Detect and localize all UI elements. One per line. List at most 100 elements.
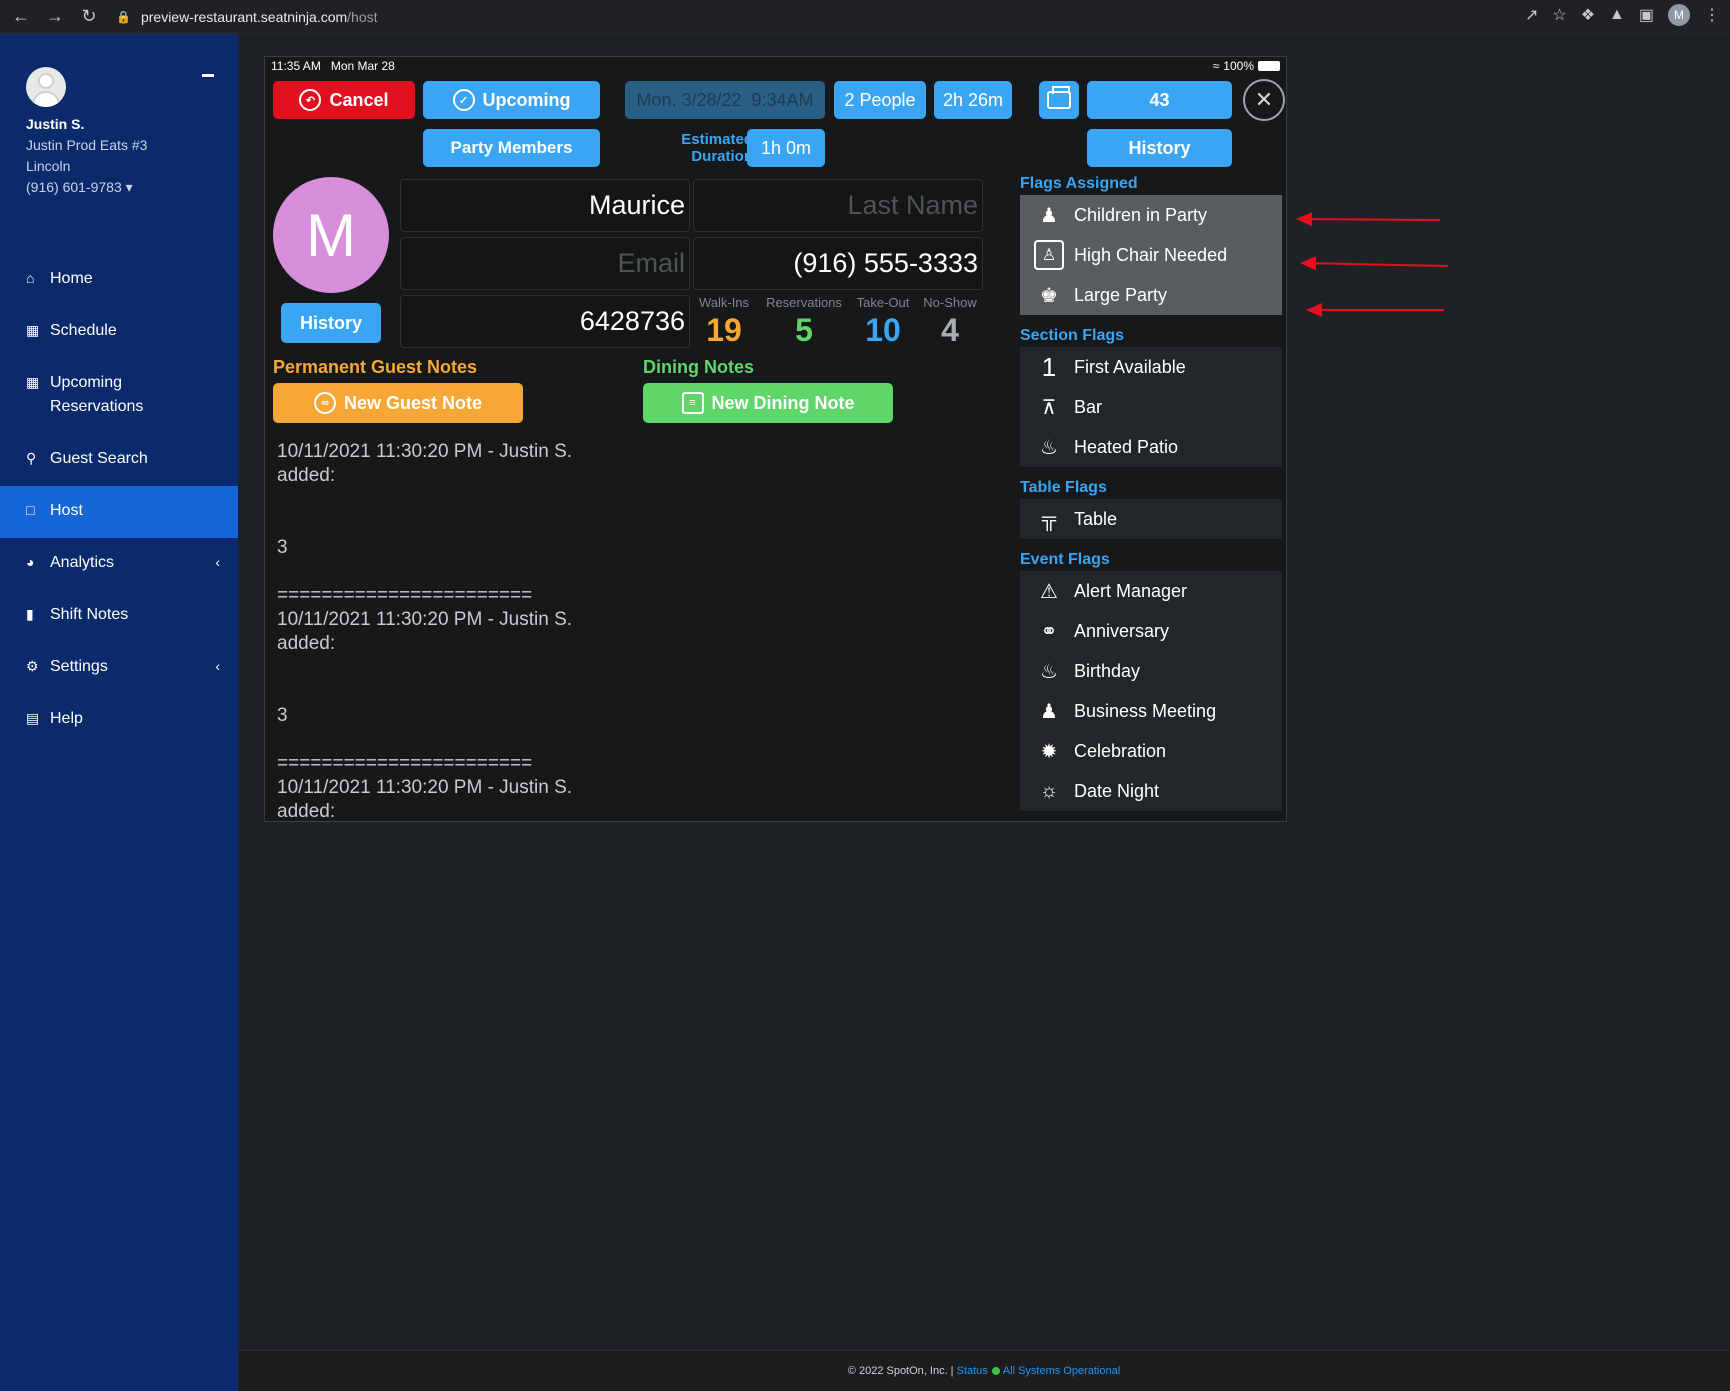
first-icon: 1 [1041,351,1057,382]
lock-icon: 🔒 [116,9,131,24]
stat-walk-ins: Walk-Ins 19 [698,295,750,348]
flag-table[interactable]: ╦ Table [1020,499,1282,539]
calendar-icon: ▦ [26,374,40,390]
device-status-right: ≈100% [1213,59,1280,73]
sidebar-item-shift-notes[interactable]: ▮ Shift Notes [0,590,238,642]
extensions-icon[interactable]: ❖ [1581,5,1595,25]
sidebar-item-host[interactable]: □ Host [0,486,238,538]
heater-icon: ♨ [1040,436,1058,459]
section-flags-heading: Section Flags [1020,327,1125,344]
clock-icon: ↶ [299,89,322,111]
flag-alert-manager[interactable]: ⚠ Alert Manager [1020,571,1282,611]
alert-manager-icon: ⚠ [1040,580,1058,603]
rings-icon: ⚭ [1040,620,1058,643]
party-members-button[interactable]: Party Members [423,129,600,167]
stat-take-out: Take-Out 10 [856,295,910,348]
new-guest-note-button[interactable]: ∞ New Guest Note [273,383,523,423]
reservation-datetime-button[interactable]: Mon. 3/28/22 9:34AM [625,81,825,119]
flag-date-night[interactable]: ☼ Date Night [1020,771,1282,811]
first-name-input[interactable]: Maurice [400,179,690,232]
battery-icon [1258,61,1280,71]
lab-icon[interactable]: ▲ [1609,6,1625,24]
elapsed-time-button[interactable]: 2h 26m [934,81,1012,119]
party-size-button[interactable]: 2 People [834,81,926,119]
guest-avatar: M [273,177,389,293]
forward-icon[interactable]: → [42,4,68,30]
browser-toolbar: ← → ↻ 🔒 preview-restaurant.seatninja.com… [0,0,1730,34]
close-icon[interactable]: ✕ [1243,79,1285,121]
flag-children-in-party[interactable]: ♟ Children in Party [1020,195,1282,235]
user-phone-dropdown[interactable]: (916) 601-9783 ▾ [26,177,147,198]
upcoming-button[interactable]: ✓ Upcoming [423,81,600,119]
user-avatar[interactable] [26,67,66,107]
guest-notes-text: 10/11/2021 11:30:20 PM - Justin S. added… [277,441,573,822]
flag-heated-patio[interactable]: ♨ Heated Patio [1020,427,1282,467]
confetti-icon: ✹ [1040,740,1058,763]
footer-copyright: © 2022 SpotOn, Inc. | [847,1365,954,1377]
event-flags-list: ⚠ Alert Manager ⚭ Anniversary ♨ Birthday ♟ B… [1020,571,1282,811]
guest-notes-heading: Permanent Guest Notes [273,357,478,377]
profile-avatar[interactable]: M [1668,4,1690,26]
pie-chart-icon: ◕ [26,554,35,570]
star-icon[interactable]: ☆ [1552,5,1566,25]
menu-dots-icon[interactable]: ⋮ [1704,5,1720,25]
sidebar-item-upcoming-reservations[interactable]: ▦ Upcoming Reservations [0,358,238,434]
sidebar-item-guest-search[interactable]: ⚲ Guest Search [0,434,238,486]
guest-id-input[interactable]: 6428736 [400,295,690,348]
annotation-arrow [1297,218,1441,221]
last-name-input[interactable]: Last Name [693,179,983,232]
children-icon: ♟ [1040,204,1058,227]
phone-input[interactable]: (916) 555-3333 [693,237,983,290]
status-link[interactable]: Status [957,1365,988,1377]
dining-notes-heading: Dining Notes [643,357,754,377]
sidebar-menu: ⌂ Home ▦ Schedule ▦ Upcoming Reservations ⚲… [0,254,238,746]
sidebar-item-settings[interactable]: ⚙ Settings ‹ [0,642,238,694]
note-icon: ▮ [26,606,34,622]
flag-celebration[interactable]: ✹ Celebration [1020,731,1282,771]
infinity-icon: ∞ [313,392,336,414]
footer: © 2022 SpotOn, Inc. | Status All Systems … [238,1350,1730,1391]
user-info: Justin S. Justin Prod Eats #3 Lincoln (9… [26,114,147,198]
section-flags-list: 1 First Available ⊼ Bar ♨ Heated Patio [1020,347,1282,467]
estimated-duration-button[interactable]: 1h 0m [747,129,825,167]
flags-panel: Flags Assigned ♟ Children in Party ♙ High … [1020,175,1282,821]
collapse-sidebar-icon[interactable] [202,74,214,77]
reload-icon[interactable]: ↻ [76,4,102,30]
guest-history-button[interactable]: History [281,303,381,343]
systems-status-link[interactable]: All Systems Operational [1003,1365,1120,1377]
flag-bar[interactable]: ⊼ Bar [1020,387,1282,427]
sidepanel-icon[interactable]: ▣ [1639,5,1654,25]
flag-anniversary[interactable]: ⚭ Anniversary [1020,611,1282,651]
estimated-duration-label: Estimated Duration [681,131,753,165]
sidebar-item-schedule[interactable]: ▦ Schedule [0,306,238,358]
cake-icon: ♨ [1040,660,1058,683]
bar-stool-icon: ⊼ [1041,396,1057,419]
flag-business-meeting[interactable]: ♟ Business Meeting [1020,691,1282,731]
chevron-left-icon: ‹ [215,658,220,674]
chevron-left-icon: ‹ [215,554,220,570]
flag-first-available[interactable]: 1 First Available [1020,347,1282,387]
count-button[interactable]: 43 [1087,81,1232,119]
printer-icon[interactable] [1039,81,1079,119]
back-icon[interactable]: ← [8,4,34,30]
device-status-time: 11:35 AM Mon Mar 28 [271,59,395,73]
user-name: Justin S. [26,116,85,132]
new-dining-note-button[interactable]: ≡ New Dining Note [643,383,893,423]
flag-large-party[interactable]: ♚ Large Party [1020,275,1282,315]
share-icon[interactable]: ↗ [1525,5,1538,25]
flags-assigned-list: ♟ Children in Party ♙ High Chair Needed ♚ L… [1020,195,1282,315]
reservation-history-button[interactable]: History [1087,129,1232,167]
sidebar: Justin S. Justin Prod Eats #3 Lincoln (9… [0,34,238,1391]
email-input[interactable]: Email [400,237,690,290]
table-flags-list: ╦ Table [1020,499,1282,539]
sidebar-item-home[interactable]: ⌂ Home [0,254,238,306]
high-chair-icon: ♙ [1034,240,1064,270]
sidebar-item-help[interactable]: ▤ Help [0,694,238,746]
cancel-button[interactable]: ↶ Cancel [273,81,415,119]
restaurant-city: Lincoln [26,158,71,174]
address-bar[interactable]: 🔒 preview-restaurant.seatninja.com/host [116,4,1436,30]
sidebar-item-analytics[interactable]: ◕ Analytics ‹ [0,538,238,590]
flag-birthday[interactable]: ♨ Birthday [1020,651,1282,691]
flag-high-chair-needed[interactable]: ♙ High Chair Needed [1020,235,1282,275]
book-icon: ▤ [26,710,40,726]
